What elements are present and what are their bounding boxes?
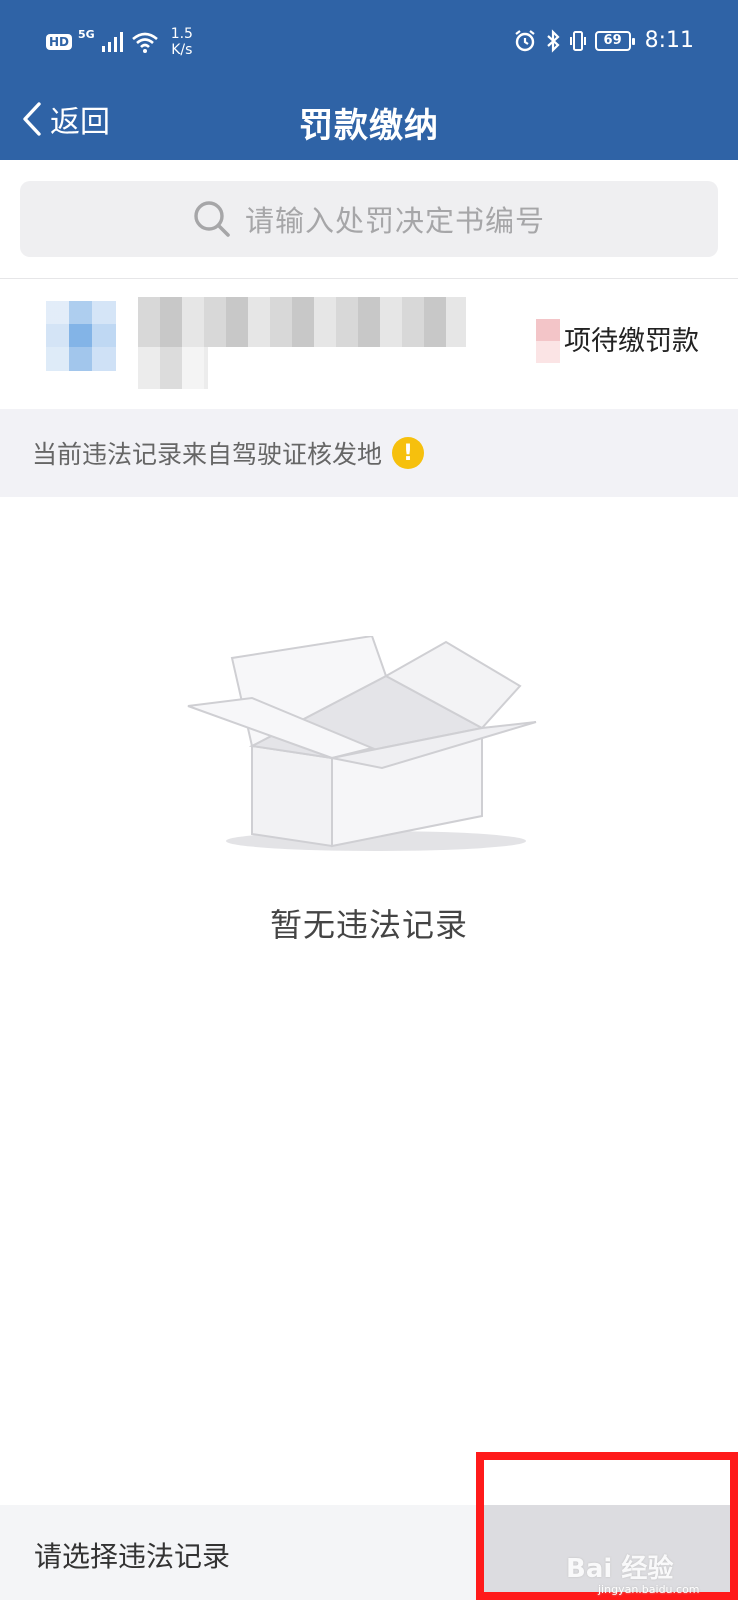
page-title: 罚款缴纳 bbox=[299, 106, 439, 146]
search-placeholder: 请输入处罚决定书编号 bbox=[244, 204, 545, 238]
network-type: 5G bbox=[78, 27, 95, 41]
network-speed-unit: K/s bbox=[171, 42, 193, 58]
empty-message: 暂无违法记录 bbox=[269, 906, 468, 944]
notice-text: 当前违法记录来自驾驶证核发地 bbox=[32, 440, 383, 469]
selection-hint: 请选择违法记录 bbox=[34, 1540, 231, 1573]
bluetooth-icon bbox=[546, 28, 560, 53]
network-speed: 1.5 K/s bbox=[171, 26, 193, 58]
blurred-avatar bbox=[46, 301, 116, 371]
vibrate-icon bbox=[569, 30, 586, 51]
blurred-license-info-secondary bbox=[138, 347, 208, 389]
watermark-text: Bai 经验 bbox=[566, 1554, 674, 1584]
info-icon[interactable]: ! bbox=[392, 437, 425, 469]
wifi-icon bbox=[131, 32, 158, 53]
battery-icon: 69 bbox=[594, 30, 635, 51]
search-icon bbox=[194, 201, 230, 237]
hd-badge: HD bbox=[46, 34, 73, 50]
status-bar-right: 69 8:11 bbox=[513, 28, 694, 53]
app-header: HD 5G 1.5 K/s 69 8:11 返回 罚款缴纳 bbox=[0, 0, 738, 160]
status-bar: HD 5G 1.5 K/s 69 8:11 bbox=[0, 0, 738, 80]
signal-icon bbox=[101, 32, 123, 52]
license-summary-row[interactable]: 项待缴罚款 bbox=[0, 279, 738, 399]
empty-box-illustration bbox=[187, 636, 537, 851]
record-source-notice: 当前违法记录来自驾驶证核发地 ! bbox=[0, 409, 738, 497]
network-speed-value: 1.5 bbox=[170, 26, 193, 42]
alarm-icon bbox=[514, 29, 535, 51]
nav-bar: 返回 罚款缴纳 bbox=[0, 80, 738, 160]
clock: 8:11 bbox=[644, 28, 694, 53]
blurred-count bbox=[536, 319, 560, 363]
pending-fines-label: 项待缴罚款 bbox=[564, 326, 699, 357]
blurred-license-info bbox=[138, 297, 466, 347]
watermark-url: jingyan.baidu.com bbox=[598, 1583, 700, 1596]
status-bar-left: HD 5G 1.5 K/s bbox=[46, 26, 193, 58]
search-input[interactable]: 请输入处罚决定书编号 bbox=[20, 181, 718, 257]
watermark: Bai 经验 bbox=[566, 1548, 673, 1585]
